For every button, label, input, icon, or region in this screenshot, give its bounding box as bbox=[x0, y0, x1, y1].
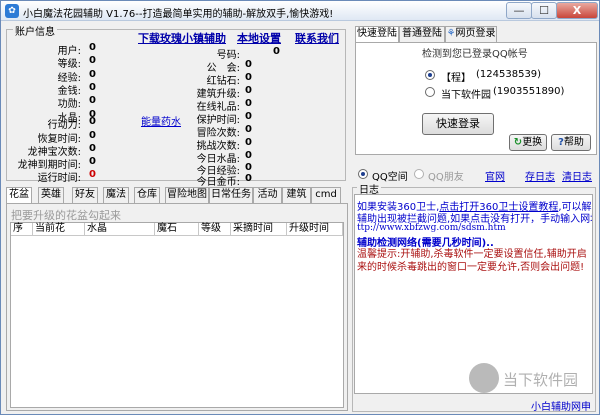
tab-magic[interactable]: 魔法 bbox=[103, 187, 129, 203]
save-log-link[interactable]: 存日志 bbox=[525, 168, 555, 183]
field-value-exp: 0 bbox=[89, 69, 96, 80]
account-2-number: (1903551890) bbox=[493, 86, 565, 97]
tab-normal-login[interactable]: 普通登陆 bbox=[399, 26, 445, 42]
help-label: 帮助 bbox=[563, 137, 584, 148]
energy-potion-link[interactable]: 能量药水 bbox=[141, 113, 181, 128]
tab-daily-tasks[interactable]: 日常任务 bbox=[209, 187, 253, 203]
field-label-today-gold: 今日金币: bbox=[196, 177, 240, 188]
maximize-button[interactable]: ☐ bbox=[531, 2, 557, 19]
app-icon: ✿ bbox=[5, 4, 19, 18]
watermark-logo-icon bbox=[469, 363, 499, 393]
help-button[interactable]: ?帮助 bbox=[551, 134, 591, 151]
detected-qq-text: 检测到您已登录QQ帐号 bbox=[422, 49, 528, 60]
tab-flowerpot[interactable]: 花盆 bbox=[6, 187, 32, 204]
close-button[interactable]: X bbox=[556, 2, 598, 19]
field-value-dragon-expire: 0 bbox=[89, 156, 96, 167]
field-value-today-crystal: 0 bbox=[245, 150, 252, 161]
field-value-online-gift: 0 bbox=[245, 98, 252, 109]
pot-upgrade-hint: 把要升级的花盆勾起来 bbox=[11, 209, 121, 222]
official-site-link[interactable]: 官网 bbox=[485, 168, 505, 183]
change-account-label: 更换 bbox=[522, 137, 543, 148]
col-index[interactable]: 序 bbox=[11, 223, 33, 236]
field-value-guild: 0 bbox=[245, 59, 252, 70]
qq-friends-radio[interactable] bbox=[414, 169, 424, 179]
field-value-merit: 0 bbox=[89, 95, 96, 106]
tab-quick-login[interactable]: 快速登陆 bbox=[355, 26, 399, 43]
field-value-recover-time: 0 bbox=[89, 130, 96, 141]
account-1-name: 【程】 bbox=[441, 73, 471, 84]
login-tabbar: 快速登陆 普通登陆 ⚘网页登录 bbox=[355, 26, 595, 43]
tab-friends[interactable]: 好友 bbox=[72, 187, 98, 203]
field-value-money: 0 bbox=[89, 82, 96, 93]
field-value-challenge-count: 0 bbox=[245, 137, 252, 148]
refresh-icon: ↻ bbox=[513, 137, 523, 148]
title-bar: ✿ 小白魔法花园辅助 V1.76--打造最简单实用的辅助-解放双手,愉快游戏! … bbox=[1, 1, 599, 21]
field-value-action-power: 0 bbox=[89, 116, 96, 127]
quick-login-button[interactable]: 快速登录 bbox=[422, 113, 494, 135]
tab-web-login-label: 网页登录 bbox=[455, 28, 496, 39]
field-label-level: 等级: bbox=[57, 59, 81, 70]
account-1-number: (124538539) bbox=[476, 69, 542, 80]
flowerpot-panel: 把要升级的花盆勾起来 序 当前花 水晶 魔石 等级 采摘时间 升级时间 bbox=[6, 203, 348, 411]
tab-web-login[interactable]: ⚘网页登录 bbox=[445, 26, 497, 42]
field-value-today-gold: 0 bbox=[245, 173, 252, 184]
field-value-run-time: 0 bbox=[89, 169, 96, 180]
field-value-dragon-count: 0 bbox=[89, 143, 96, 154]
field-label-run-time: 运行时间: bbox=[37, 173, 81, 184]
minimize-button[interactable]: — bbox=[506, 2, 532, 19]
tab-adventure-map[interactable]: 冒险地图 bbox=[165, 187, 209, 203]
log-textbox[interactable]: 如果安装360卫士,点击打开360卫士设置教程,可以解决 辅助出现被拦截问题,如… bbox=[354, 194, 593, 394]
watermark-text: 当下软件园 bbox=[503, 371, 579, 389]
field-value-adventure-count: 0 bbox=[245, 124, 252, 135]
tab-cmd[interactable]: cmd bbox=[311, 187, 341, 203]
col-upgrade-time[interactable]: 升级时间 bbox=[287, 223, 343, 236]
status-text: 小白辅助网申 bbox=[531, 402, 591, 413]
tab-hero[interactable]: 英雄 bbox=[38, 187, 64, 203]
field-value-protect-time: 0 bbox=[245, 111, 252, 122]
app-window: ✿ 小白魔法花园辅助 V1.76--打造最简单实用的辅助-解放双手,愉快游戏! … bbox=[0, 0, 600, 415]
log-line-6: 来的时候杀毒跳出的窗口一定要允许,否则会出问题! bbox=[357, 262, 585, 273]
log-line-3: ttp://www.xbfzwg.com/sdsm.htm bbox=[357, 223, 506, 233]
tab-activities[interactable]: 活动 bbox=[253, 187, 282, 203]
quick-login-panel: 检测到您已登录QQ帐号 【程】 (124538539) 当下软件园 (19035… bbox=[355, 42, 597, 155]
account-info-legend: 账户信息 bbox=[13, 23, 57, 38]
field-value-today-exp: 0 bbox=[245, 162, 252, 173]
col-magic-stone[interactable]: 魔石 bbox=[155, 223, 199, 236]
qq-friends-label: QQ朋友 bbox=[428, 172, 464, 183]
pot-grid-header: 序 当前花 水晶 魔石 等级 采摘时间 升级时间 bbox=[11, 223, 343, 236]
download-rose-town-link[interactable]: 下载玫瑰小镇辅助 bbox=[138, 30, 226, 46]
contact-us-link[interactable]: 联系我们 bbox=[295, 30, 339, 46]
change-account-button[interactable]: ↻更换 bbox=[509, 134, 547, 151]
tab-warehouse[interactable]: 仓库 bbox=[134, 187, 160, 203]
tab-buildings[interactable]: 建筑 bbox=[282, 187, 311, 203]
field-value-red-diamond: 0 bbox=[245, 72, 252, 83]
col-level[interactable]: 等级 bbox=[199, 223, 231, 236]
window-title: 小白魔法花园辅助 V1.76--打造最简单实用的辅助-解放双手,愉快游戏! bbox=[23, 9, 334, 20]
qzone-radio[interactable] bbox=[358, 169, 368, 179]
field-value-level: 0 bbox=[89, 55, 96, 66]
field-value-building-upgrade: 0 bbox=[245, 85, 252, 96]
account-radio-1[interactable] bbox=[425, 70, 435, 80]
pot-grid: 序 当前花 水晶 魔石 等级 采摘时间 升级时间 bbox=[10, 222, 344, 408]
col-current-flower[interactable]: 当前花 bbox=[33, 223, 85, 236]
field-label-action-power: 行动力: bbox=[47, 120, 81, 131]
main-tabbar: 花盆 英雄 好友 魔法 仓库 冒险地图 日常任务 活动 建筑 cmd bbox=[6, 187, 346, 204]
col-crystal[interactable]: 水晶 bbox=[85, 223, 155, 236]
local-settings-link[interactable]: 本地设置 bbox=[237, 30, 281, 46]
account-radio-2[interactable] bbox=[425, 87, 435, 97]
field-value-user: 0 bbox=[89, 42, 96, 53]
field-value-number: 0 bbox=[273, 46, 280, 57]
col-pick-time[interactable]: 采摘时间 bbox=[231, 223, 287, 236]
clear-log-link[interactable]: 清日志 bbox=[562, 168, 592, 183]
field-label-merit: 功勋: bbox=[57, 99, 81, 110]
account-2-name: 当下软件园 bbox=[441, 90, 491, 101]
